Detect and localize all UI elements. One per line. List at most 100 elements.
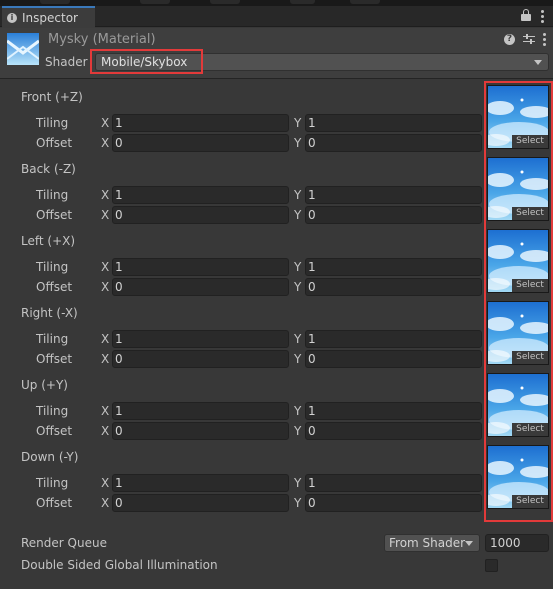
slot-back-z-offset-y-field[interactable]: 0 [305,206,482,224]
dsgi-label: Double Sided Global Illumination [21,558,218,572]
slot-right-x-offset-x-label: X [101,352,110,366]
slot-right-x-title: Right (-X) [21,306,78,320]
slot-left-x-title: Left (+X) [21,234,76,248]
slot-front-z-offset-x-field[interactable]: 0 [112,134,289,152]
slot-front-z-tiling-label: Tiling [36,116,69,130]
render-queue-mode: From Shader [389,536,466,550]
tab-inspector[interactable]: i Inspector [2,6,95,28]
slot-right-x-texture-thumbnail[interactable]: Select [487,301,549,365]
material-header: Mysky (Material) ? Shader Mobile/Skybox [0,28,553,79]
help-icon[interactable]: ? [504,33,515,45]
slot-down-y-offset-x-field[interactable]: 0 [112,494,289,512]
kebab-menu-icon[interactable] [541,9,545,23]
chevron-down-icon [534,60,542,65]
slot-back-z-tiling-x-field[interactable]: 1 [112,186,289,204]
slot-up-y-offset-x-label: X [101,424,110,438]
slot-down-y-tiling-x-label: X [101,476,110,490]
slot-up-y-tiling-x-label: X [101,404,110,418]
slot-up-y-tiling-x-field[interactable]: 1 [112,402,289,420]
slot-down-y-tiling-label: Tiling [36,476,69,490]
slot-back-z-tiling-x-label: X [101,188,110,202]
render-queue-dropdown[interactable]: From Shader [384,534,480,552]
material-icon [7,33,39,65]
slot-right-x-tiling-y-field[interactable]: 1 [305,330,482,348]
slot-front-z-select-button[interactable]: Select [512,135,548,148]
slot-right-x-offset-label: Offset [36,352,73,366]
slot-up-y-tiling-y-field[interactable]: 1 [305,402,482,420]
slot-up-y-texture-thumbnail[interactable]: Select [487,373,549,437]
slot-right-x-tiling-y-label: Y [294,332,302,346]
slot-right-x-tiling-label: Tiling [36,332,69,346]
material-title: Mysky (Material) [48,32,156,47]
slot-left-x-offset-y-field[interactable]: 0 [305,278,482,296]
slot-up-y-select-button[interactable]: Select [512,423,548,436]
slot-left-x-tiling-y-label: Y [294,260,302,274]
slot-front-z-tiling-y-label: Y [294,116,302,130]
shader-dropdown[interactable]: Mobile/Skybox [95,53,549,71]
chevron-down-icon [465,541,473,546]
slot-right-x-offset-y-field[interactable]: 0 [305,350,482,368]
render-queue-label: Render Queue [21,536,107,550]
slot-down-y-tiling-x-field[interactable]: 1 [112,474,289,492]
slot-back-z-tiling-y-label: Y [294,188,302,202]
slot-left-x-offset-label: Offset [36,280,73,294]
slot-up-y-tiling-y-label: Y [294,404,302,418]
slot-right-x-offset-x-field[interactable]: 0 [112,350,289,368]
slot-down-y-tiling-y-field[interactable]: 1 [305,474,482,492]
slot-front-z-tiling-x-field[interactable]: 1 [112,114,289,132]
shader-label: Shader [45,55,88,69]
slot-left-x-tiling-x-label: X [101,260,110,274]
tab-bar: i Inspector [0,6,553,28]
slot-up-y-offset-label: Offset [36,424,73,438]
slot-left-x-select-button[interactable]: Select [512,279,548,292]
slot-front-z-offset-x-label: X [101,136,110,150]
slot-left-x-offset-x-field[interactable]: 0 [112,278,289,296]
slot-down-y-offset-label: Offset [36,496,73,510]
slot-back-z-texture-thumbnail[interactable]: Select [487,157,549,221]
slot-right-x-offset-y-label: Y [294,352,302,366]
slot-front-z-tiling-y-field[interactable]: 1 [305,114,482,132]
slot-left-x-offset-x-label: X [101,280,110,294]
slot-down-y-tiling-y-label: Y [294,476,302,490]
slot-front-z-offset-label: Offset [36,136,73,150]
slot-front-z-tiling-x-label: X [101,116,110,130]
slot-left-x-texture-thumbnail[interactable]: Select [487,229,549,293]
slot-back-z-offset-label: Offset [36,208,73,222]
slot-up-y-offset-x-field[interactable]: 0 [112,422,289,440]
slot-back-z-offset-x-label: X [101,208,110,222]
slot-back-z-offset-x-field[interactable]: 0 [112,206,289,224]
tab-label: Inspector [22,11,78,25]
slot-up-y-offset-y-field[interactable]: 0 [305,422,482,440]
slot-front-z-offset-y-field[interactable]: 0 [305,134,482,152]
slot-right-x-select-button[interactable]: Select [512,351,548,364]
slot-left-x-tiling-label: Tiling [36,260,69,274]
info-icon: i [7,13,17,23]
slot-down-y-offset-x-label: X [101,496,110,510]
slot-front-z-title: Front (+Z) [21,90,83,104]
slot-down-y-select-button[interactable]: Select [512,495,548,508]
slot-back-z-offset-y-label: Y [294,208,302,222]
slot-front-z-offset-y-label: Y [294,136,302,150]
sliders-icon[interactable] [523,33,535,45]
slot-up-y-tiling-label: Tiling [36,404,69,418]
slot-down-y-texture-thumbnail[interactable]: Select [487,445,549,509]
slot-back-z-tiling-label: Tiling [36,188,69,202]
slot-front-z-texture-thumbnail[interactable]: Select [487,85,549,149]
dsgi-checkbox[interactable] [485,559,498,572]
render-queue-value[interactable]: 1000 [485,534,549,552]
slot-back-z-title: Back (-Z) [21,162,76,176]
slot-right-x-tiling-x-label: X [101,332,110,346]
slot-right-x-tiling-x-field[interactable]: 1 [112,330,289,348]
slot-down-y-offset-y-field[interactable]: 0 [305,494,482,512]
slot-down-y-title: Down (-Y) [21,450,79,464]
slot-up-y-offset-y-label: Y [294,424,302,438]
slot-back-z-select-button[interactable]: Select [512,207,548,220]
slot-left-x-tiling-y-field[interactable]: 1 [305,258,482,276]
slot-up-y-title: Up (+Y) [21,378,68,392]
lock-icon[interactable] [521,9,531,22]
kebab-menu-icon[interactable] [543,32,547,46]
slot-left-x-tiling-x-field[interactable]: 1 [112,258,289,276]
slot-back-z-tiling-y-field[interactable]: 1 [305,186,482,204]
slot-left-x-offset-y-label: Y [294,280,302,294]
slot-down-y-offset-y-label: Y [294,496,302,510]
